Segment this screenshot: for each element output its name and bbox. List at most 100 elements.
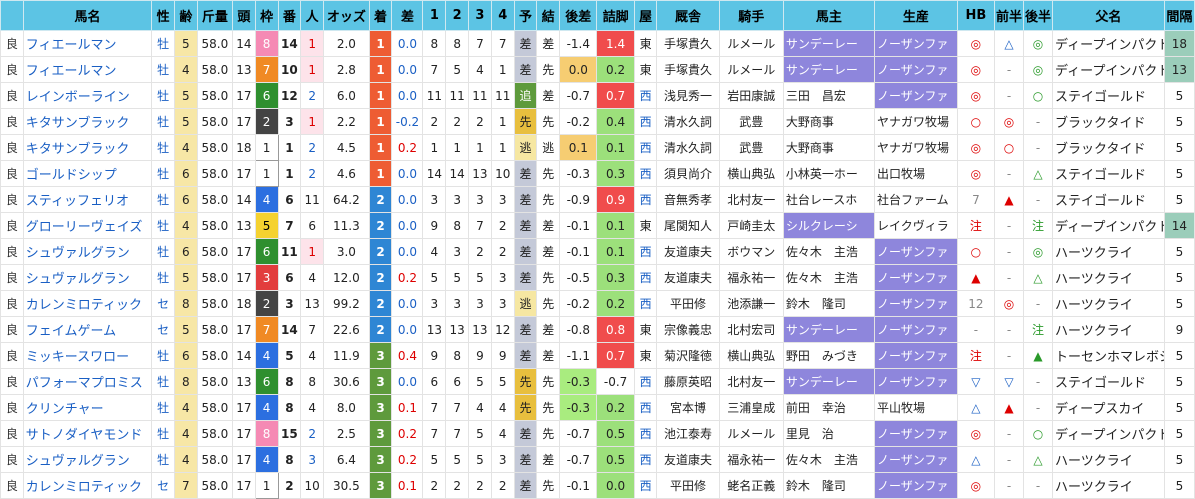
header-sa[interactable]: 差	[391, 0, 424, 31]
table-row[interactable]: 良グローリーヴェイズ牡 4 58.0 13 5 7 6 11.3 2 0.0 9 8 7 2 差差 -0.1 0…	[0, 212, 1195, 239]
header-kinryo[interactable]: 斤量	[196, 0, 233, 31]
header-pos2[interactable]: 2	[445, 0, 470, 31]
cell-hb: ◎	[956, 160, 996, 187]
header-zenhan[interactable]: 前半	[994, 0, 1025, 31]
table-row[interactable]: 良キタサンブラック牡 4 58.0 18 1 1 2 4.5 1 0.2 1 1 1 1 逃逃 0.1 0.1 西…	[0, 134, 1195, 161]
horse-name-link[interactable]: ゴールドシップ	[22, 160, 153, 187]
cell-ninki: 10	[300, 472, 325, 499]
cell-yoso: 差	[513, 160, 538, 187]
horse-name-link[interactable]: フィエールマン	[22, 56, 153, 83]
horse-name-link[interactable]: ミッキースワロー	[22, 342, 153, 369]
cell-pos4: 12	[490, 316, 515, 343]
header-age[interactable]: 齢	[173, 0, 198, 31]
header-seisan[interactable]: 生産	[873, 0, 958, 31]
table-row[interactable]: 良フェイムゲームセ 5 58.0 17 7 14 7 22.6 2 0.0 13 13 13 12 差差 -0…	[0, 316, 1195, 343]
horse-name-link[interactable]: フィエールマン	[22, 30, 153, 57]
cell-tsume: 0.1	[596, 238, 635, 265]
cell-banushi: 鈴木 隆司	[782, 290, 875, 317]
cell-banushi: シルクレーシ	[782, 212, 875, 239]
cell-age: 7	[173, 472, 198, 499]
header-ya[interactable]: 屋	[633, 0, 658, 31]
cell-kankaku: 5	[1163, 394, 1195, 421]
header-ninki[interactable]: 人	[300, 0, 325, 31]
header-kohan[interactable]: 後半	[1023, 0, 1054, 31]
header-odds[interactable]: オッズ	[323, 0, 370, 31]
header-yoso[interactable]: 予	[513, 0, 538, 31]
cell-kinryo: 58.0	[196, 368, 233, 395]
horse-name-link[interactable]: キタサンブラック	[22, 108, 153, 135]
horse-name-link[interactable]: スティッフェリオ	[22, 186, 153, 213]
table-row[interactable]: 良カレンミロティックセ 7 58.0 17 1 2 10 30.5 3 0.1 2 2 2 2 差先 -0.1…	[0, 472, 1195, 499]
header-umaban[interactable]: 番	[277, 0, 302, 31]
table-row[interactable]: 良スティッフェリオ牡 6 58.0 14 4 6 11 64.2 2 0.0 3 3 3 3 差先 -0.9 0…	[0, 186, 1195, 213]
table-row[interactable]: 良ミッキースワロー牡 6 58.0 14 4 5 4 11.9 3 0.4 9 8 9 9 差差 -1.1 0.…	[0, 342, 1195, 369]
cell-ninki: 2	[300, 420, 325, 447]
header-banushi[interactable]: 馬主	[782, 0, 875, 31]
header-kankaku[interactable]: 間隔	[1163, 0, 1195, 31]
table-row[interactable]: 良フィエールマン牡 5 58.0 14 8 14 1 2.0 1 0.0 8 8 7 7 差差 -1.4 1.4…	[0, 30, 1195, 57]
table-row[interactable]: 良フィエールマン牡 4 58.0 13 7 10 1 2.8 1 0.0 7 5 4 1 差先 0.0 0.2 東…	[0, 56, 1195, 83]
cell-umaban: 12	[277, 82, 302, 109]
header-pos4[interactable]: 4	[490, 0, 515, 31]
cell-seisan: ノーザンファ	[873, 368, 958, 395]
header-kekka[interactable]: 結	[536, 0, 561, 31]
cell-pos4: 2	[490, 212, 515, 239]
table-row[interactable]: 良ゴールドシップ牡 6 58.0 17 1 1 2 4.6 1 0.0 14 14 13 10 差先 -0.3…	[0, 160, 1195, 187]
cell-umaban: 1	[277, 160, 302, 187]
header-pos3[interactable]: 3	[468, 0, 492, 31]
header-waku[interactable]: 枠	[254, 0, 279, 31]
cell-zenhan: -	[994, 264, 1025, 291]
table-row[interactable]: 良サトノダイヤモンド牡 4 58.0 17 8 15 2 2.5 3 0.2 7 7 5 4 差先 -0.7 0…	[0, 420, 1195, 447]
horse-name-link[interactable]: カレンミロティック	[22, 290, 153, 317]
horse-name-link[interactable]: シュヴァルグラン	[22, 264, 153, 291]
horse-name-link[interactable]: シュヴァルグラン	[22, 446, 153, 473]
table-row[interactable]: 良レインボーライン牡 5 58.0 17 6 12 2 6.0 1 0.0 11 11 11 11 追差 -0…	[0, 82, 1195, 109]
cell-ninki: 4	[300, 394, 325, 421]
horse-name-link[interactable]: キタサンブラック	[22, 134, 153, 161]
table-row[interactable]: 良クリンチャー牡 4 58.0 17 4 8 4 8.0 3 0.1 7 7 4 4 先先 -0.3 0.2 西宮…	[0, 394, 1195, 421]
cell-yoso: 逃	[513, 290, 538, 317]
header-kosa[interactable]: 後差	[559, 0, 598, 31]
cell-kohan: -	[1023, 290, 1054, 317]
table-row[interactable]: 良カレンミロティックセ 8 58.0 18 2 3 13 99.2 2 0.0 3 3 3 3 逃先 -0.2…	[0, 290, 1195, 317]
cell-kankaku: 5	[1163, 160, 1195, 187]
horse-name-link[interactable]: グローリーヴェイズ	[22, 212, 153, 239]
cell-pos3: 2	[468, 108, 492, 135]
horse-name-link[interactable]: サトノダイヤモンド	[22, 420, 153, 447]
cell-umaban: 3	[277, 108, 302, 135]
header-sex[interactable]: 性	[151, 0, 175, 31]
header-kyusha[interactable]: 厩舎	[656, 0, 720, 31]
cell-kishu: ルメール	[718, 30, 784, 57]
cell-sex: 牡	[151, 342, 175, 369]
cell-kekka: 先	[536, 56, 561, 83]
table-row[interactable]: 良シュヴァルグラン牡 6 58.0 17 6 11 1 3.0 2 0.0 4 3 2 2 差差 -0.1 0.…	[0, 238, 1195, 265]
header-hb[interactable]: HB	[956, 0, 996, 31]
cell-waku: 1	[254, 472, 279, 499]
horse-name-link[interactable]: パフォーマプロミス	[22, 368, 153, 395]
horse-name-link[interactable]: フェイムゲーム	[22, 316, 153, 343]
table-row[interactable]: 良キタサンブラック牡 5 58.0 17 2 3 1 2.2 1 -0.2 2 2 2 1 先先 -0.2 0.…	[0, 108, 1195, 135]
horse-name-link[interactable]: クリンチャー	[22, 394, 153, 421]
header-kishu[interactable]: 騎手	[718, 0, 784, 31]
header-baba[interactable]	[0, 0, 24, 31]
cell-pos4: 1	[490, 56, 515, 83]
horse-name-link[interactable]: カレンミロティック	[22, 472, 153, 499]
header-chaku[interactable]: 着	[368, 0, 393, 31]
header-tsume[interactable]: 詰脚	[596, 0, 635, 31]
cell-kekka: 先	[536, 420, 561, 447]
horse-name-link[interactable]: シュヴァルグラン	[22, 238, 153, 265]
cell-kohan: -	[1023, 394, 1054, 421]
horse-name-link[interactable]: レインボーライン	[22, 82, 153, 109]
header-chichi[interactable]: 父名	[1052, 0, 1165, 31]
cell-seisan: 平山牧場	[873, 394, 958, 421]
cell-zenhan: -	[994, 342, 1025, 369]
cell-seisan: ノーザンファ	[873, 264, 958, 291]
table-row[interactable]: 良パフォーマプロミス牡 8 58.0 13 6 8 8 30.6 3 0.0 6 6 5 5 先先 -0.3-…	[0, 368, 1195, 395]
header-to[interactable]: 頭	[231, 0, 256, 31]
cell-kishu: 北村宏司	[718, 316, 784, 343]
cell-kankaku: 5	[1163, 446, 1195, 473]
header-uma[interactable]: 馬名	[22, 0, 153, 31]
table-row[interactable]: 良シュヴァルグラン牡 4 58.0 17 4 8 3 6.4 3 0.2 5 5 5 3 差差 -0.7 0.5…	[0, 446, 1195, 473]
header-pos1[interactable]: 1	[422, 0, 447, 31]
table-row[interactable]: 良シュヴァルグラン牡 5 58.0 17 3 6 4 12.0 2 0.2 5 5 5 3 差先 -0.5 0.…	[0, 264, 1195, 291]
